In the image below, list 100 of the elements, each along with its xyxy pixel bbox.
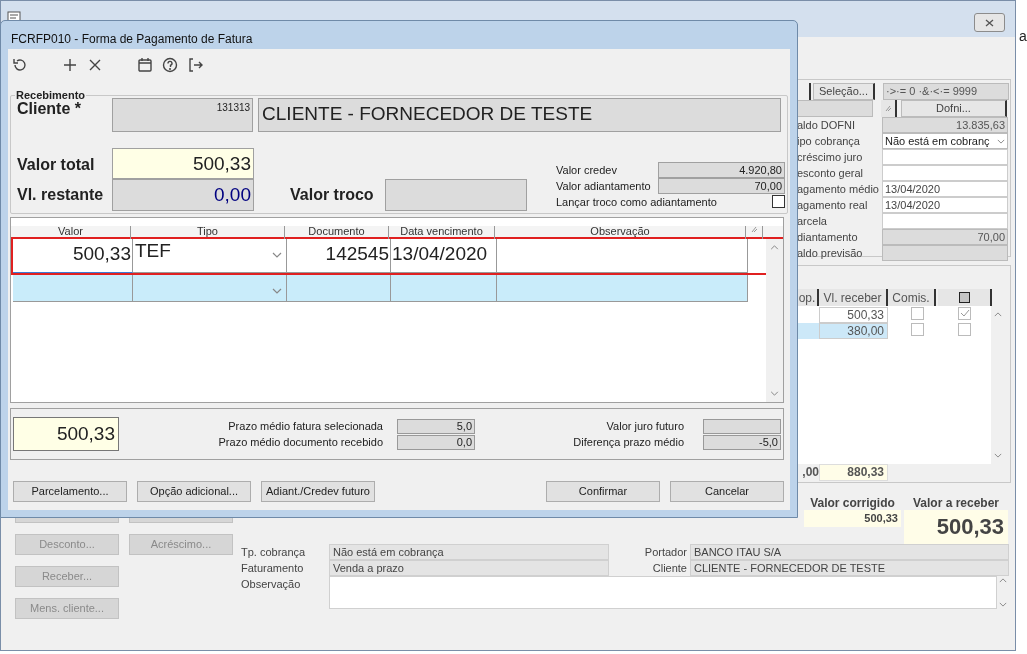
chevron-up-icon[interactable] [994, 312, 1002, 317]
column-header[interactable]: op. [797, 289, 819, 306]
readonly-field: Venda a prazo [329, 560, 609, 576]
field-label: Valor juro futuro [605, 418, 685, 434]
field-label: Tp. cobrança [241, 545, 307, 560]
input-field[interactable] [882, 165, 1008, 181]
readonly-field: 4.920,80 [658, 162, 785, 178]
table-cell[interactable] [287, 275, 391, 302]
field-label: Observação [241, 577, 302, 592]
column-header[interactable] [938, 289, 992, 306]
text-field[interactable] [797, 100, 873, 117]
column-header: Valor corrigido [809, 495, 896, 510]
readonly-field: 0,0 [397, 434, 475, 450]
selection-button[interactable]: Seleção... [813, 83, 875, 100]
desktop-text: a [1019, 27, 1027, 46]
button[interactable]: Parcelamento... [13, 481, 127, 502]
exit-icon[interactable] [186, 56, 204, 74]
table-cell: 500,33 [819, 307, 888, 323]
scrollbar[interactable] [766, 239, 783, 402]
column-header[interactable]: Vl. receber [819, 289, 888, 306]
checkbox[interactable] [772, 195, 785, 208]
filter-field[interactable]: ·>·= 0 ·&·<·= 9999 [883, 83, 1009, 100]
undo-icon[interactable] [11, 56, 29, 74]
table-cell[interactable] [13, 275, 133, 302]
chevron-down-icon[interactable] [999, 602, 1007, 607]
text-area[interactable] [329, 576, 997, 609]
table-cell[interactable] [391, 275, 497, 302]
input-field[interactable]: 500,33 [112, 148, 254, 179]
readonly-field: CLIENTE - FORNECEDOR DE TESTE [690, 560, 1009, 576]
field-label: esconto geral [797, 166, 865, 181]
input-field[interactable] [882, 149, 1008, 165]
table-cell[interactable]: 142545 [287, 239, 391, 273]
chevron-down-icon[interactable] [272, 252, 282, 258]
calendar-icon[interactable] [136, 56, 154, 74]
slash-icon [884, 105, 892, 112]
table-cell [797, 323, 819, 339]
field-label: Cliente [651, 561, 688, 576]
table-cell[interactable]: 13/04/2020 [391, 239, 497, 273]
field-label: arcela [797, 214, 828, 229]
input-field[interactable] [882, 213, 1008, 229]
button[interactable]: Opção adicional... [137, 481, 251, 502]
field-label: aldo previsão [797, 246, 864, 261]
plus-icon[interactable] [61, 56, 79, 74]
value-cell: 500,33 [804, 510, 901, 527]
close-button[interactable] [974, 13, 1005, 32]
readonly-field: 131313 [111, 98, 254, 132]
readonly-field: 5,0 [397, 418, 475, 434]
chevron-up-icon[interactable] [770, 245, 779, 250]
checkbox-label: Lançar troco como adiantamento [556, 195, 718, 210]
field-label: aldo DOFNI [797, 118, 857, 133]
field-label: Faturamento [241, 561, 305, 576]
field-label: diantamento [797, 230, 859, 245]
readonly-field: -5,0 [703, 434, 781, 450]
chevron-down-icon[interactable] [770, 391, 779, 396]
dofni-button[interactable]: Dofni... [901, 100, 1007, 117]
clear-button[interactable] [881, 100, 897, 117]
group-title: Recebimento [15, 88, 87, 102]
readonly-field: 70,00 [658, 178, 785, 194]
field-label: Valor credev [556, 163, 618, 178]
close-icon [985, 18, 994, 27]
input-field[interactable]: 13/04/2020 [882, 181, 1008, 197]
total-cell-text: ,00 [801, 464, 819, 481]
button[interactable]: Adiant./Credev futuro [261, 481, 375, 502]
button[interactable]: Cancelar [670, 481, 784, 502]
checkbox[interactable] [911, 307, 924, 321]
readonly-field: BANCO ITAU S/A [690, 544, 1009, 560]
checkbox[interactable] [958, 307, 971, 321]
column-header[interactable]: Comis. [888, 289, 936, 306]
checkbox[interactable] [958, 323, 971, 337]
chevron-down-icon[interactable] [272, 288, 282, 294]
field-label: Cliente * [17, 99, 82, 119]
field-label: Prazo médio fatura selecionada [227, 418, 384, 434]
field-label: ipo cobrança [797, 134, 861, 149]
field-label: agamento médio [797, 182, 880, 197]
button[interactable]: Confirmar [546, 481, 660, 502]
field-label: Diferença prazo médio [572, 434, 685, 450]
help-icon[interactable] [161, 56, 179, 74]
chevron-down-icon[interactable] [997, 138, 1005, 144]
table-cell[interactable] [497, 275, 748, 302]
field-label: Valor troco [290, 185, 375, 205]
field-label: Prazo médio documento recebido [217, 434, 384, 450]
table-cell[interactable]: 500,33 [13, 239, 133, 273]
chevron-up-icon[interactable] [999, 578, 1007, 583]
checkbox[interactable] [911, 323, 924, 337]
readonly-field: Não está em cobrança [329, 544, 609, 560]
field-label: Valor adiantamento [556, 179, 652, 194]
dropdown-value: Não está em cobranç [885, 133, 990, 149]
table-cell: 380,00 [819, 323, 888, 339]
dropdown-field[interactable] [133, 275, 287, 302]
input-field[interactable]: 13/04/2020 [882, 197, 1008, 213]
value-cell: 500,33 [904, 510, 1008, 544]
field-label: Valor total [17, 155, 96, 175]
table-cell[interactable] [497, 239, 748, 273]
chevron-down-icon[interactable] [994, 453, 1002, 458]
dropdown-field[interactable]: TEF [133, 239, 287, 273]
total-cell: 880,33 [819, 464, 888, 481]
dialog-title: FCRFP010 - Forma de Pagamento de Fatura [10, 31, 254, 48]
dropdown-field[interactable]: Não está em cobranç [882, 133, 1008, 149]
field-label: agamento real [797, 198, 869, 213]
readonly-field: 13.835,63 [882, 117, 1008, 133]
